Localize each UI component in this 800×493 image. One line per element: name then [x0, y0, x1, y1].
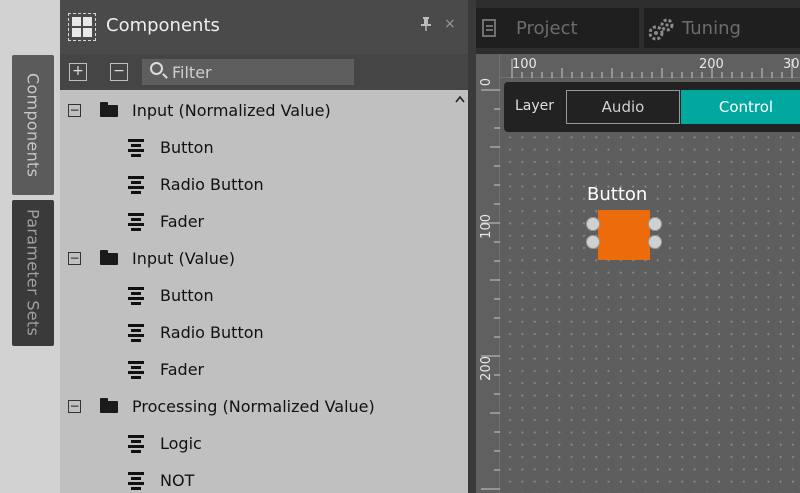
tree-category-processing-normalized[interactable]: − Processing (Normalized Value) — [60, 388, 452, 425]
tree-item-label: Logic — [160, 434, 202, 453]
filter-box — [142, 59, 354, 85]
tab-project-label: Project — [516, 17, 578, 39]
ruler-label-300: 30 — [783, 57, 800, 72]
collapse-toggle-icon[interactable]: − — [68, 104, 81, 117]
tree-category-input-normalized[interactable]: − Input (Normalized Value) — [60, 92, 452, 129]
tree-item-label: Fader — [160, 360, 205, 379]
collapse-toggle-icon[interactable]: − — [68, 252, 81, 265]
horizontal-ruler: 100 200 30 — [476, 54, 800, 78]
collapse-toggle-icon[interactable]: − — [68, 400, 81, 413]
component-icon — [128, 175, 144, 195]
component-icon — [128, 360, 144, 380]
vertical-ruler: 0 100 200 — [476, 54, 500, 493]
side-tab-components[interactable]: Components — [12, 55, 54, 195]
layer-control-button[interactable]: Control — [681, 90, 800, 124]
tree-item-button[interactable]: Button — [60, 277, 452, 314]
close-icon[interactable]: × — [444, 16, 456, 32]
tree-item-button[interactable]: Button — [60, 129, 452, 166]
pin-icon[interactable] — [421, 17, 431, 35]
component-node-label: Button — [587, 184, 648, 205]
side-tab-strip: Components Parameter Sets — [0, 0, 60, 493]
component-icon — [128, 286, 144, 306]
ruler-label-100: 100 — [512, 57, 537, 72]
component-icon — [128, 434, 144, 454]
ruler-label-0: 0 — [479, 78, 494, 87]
side-tab-parameter-sets[interactable]: Parameter Sets — [12, 200, 54, 346]
components-panel: Components × + − − Input (Normalized Val… — [60, 0, 468, 493]
side-tab-parameter-sets-label: Parameter Sets — [23, 209, 43, 337]
expand-all-button[interactable]: + — [69, 63, 87, 81]
document-tab-bar: Project Tuning — [476, 0, 800, 54]
ruler-label-200-v: 200 — [479, 356, 494, 381]
tree-item-label: Fader — [160, 212, 205, 231]
design-canvas[interactable]: 100 200 30 0 100 200 Layer Audio Control… — [476, 54, 800, 493]
tree-category-label: Processing (Normalized Value) — [132, 397, 375, 416]
tree-category-input-value[interactable]: − Input (Value) — [60, 240, 452, 277]
collapse-all-button[interactable]: − — [110, 63, 128, 81]
component-icon — [128, 323, 144, 343]
folder-icon — [100, 101, 118, 117]
component-tree: − Input (Normalized Value) Button Radio … — [60, 92, 452, 493]
input-port-2[interactable] — [586, 235, 600, 249]
component-node-button[interactable] — [598, 210, 650, 260]
panel-splitter[interactable] — [468, 0, 476, 493]
tree-item-label: Button — [160, 138, 214, 157]
layer-audio-button[interactable]: Audio — [566, 90, 680, 124]
component-icon — [128, 212, 144, 232]
tree-scrollbar[interactable] — [452, 92, 468, 493]
component-icon — [128, 471, 144, 491]
side-tab-components-label: Components — [23, 72, 43, 178]
tree-category-label: Input (Value) — [132, 249, 235, 268]
folder-icon — [100, 397, 118, 413]
tab-tuning-label: Tuning — [682, 17, 741, 39]
search-icon — [150, 62, 163, 75]
tree-item-fader[interactable]: Fader — [60, 351, 452, 388]
scroll-up-icon[interactable] — [455, 95, 465, 105]
panel-header: Components × — [60, 0, 468, 54]
tree-item-radio-button[interactable]: Radio Button — [60, 166, 452, 203]
layer-switcher: Layer Audio Control — [504, 82, 800, 132]
tree-item-label: Radio Button — [160, 175, 264, 194]
folder-icon — [100, 249, 118, 265]
tree-item-not[interactable]: NOT — [60, 462, 452, 493]
tree-item-label: Button — [160, 286, 214, 305]
filter-input[interactable] — [172, 59, 347, 85]
component-icon — [128, 138, 144, 158]
layer-label: Layer — [515, 98, 555, 114]
panel-title: Components — [106, 15, 220, 36]
canvas-grid[interactable] — [500, 78, 800, 493]
tab-project[interactable]: Project — [476, 8, 639, 48]
panel-toolbar: + − — [60, 54, 468, 90]
tree-item-fader[interactable]: Fader — [60, 203, 452, 240]
document-icon — [482, 19, 496, 37]
ruler-label-100-v: 100 — [479, 214, 494, 239]
tree-item-label: Radio Button — [160, 323, 264, 342]
input-port-1[interactable] — [586, 217, 600, 231]
tree-category-label: Input (Normalized Value) — [132, 101, 331, 120]
tab-tuning[interactable]: Tuning — [644, 8, 800, 48]
output-port-1[interactable] — [648, 217, 662, 231]
tree-item-radio-button[interactable]: Radio Button — [60, 314, 452, 351]
output-port-2[interactable] — [648, 235, 662, 249]
gears-icon — [648, 18, 674, 41]
ruler-label-200: 200 — [699, 57, 724, 72]
tree-item-logic[interactable]: Logic — [60, 425, 452, 462]
tree-item-label: NOT — [160, 471, 195, 490]
grid-icon — [68, 13, 96, 41]
